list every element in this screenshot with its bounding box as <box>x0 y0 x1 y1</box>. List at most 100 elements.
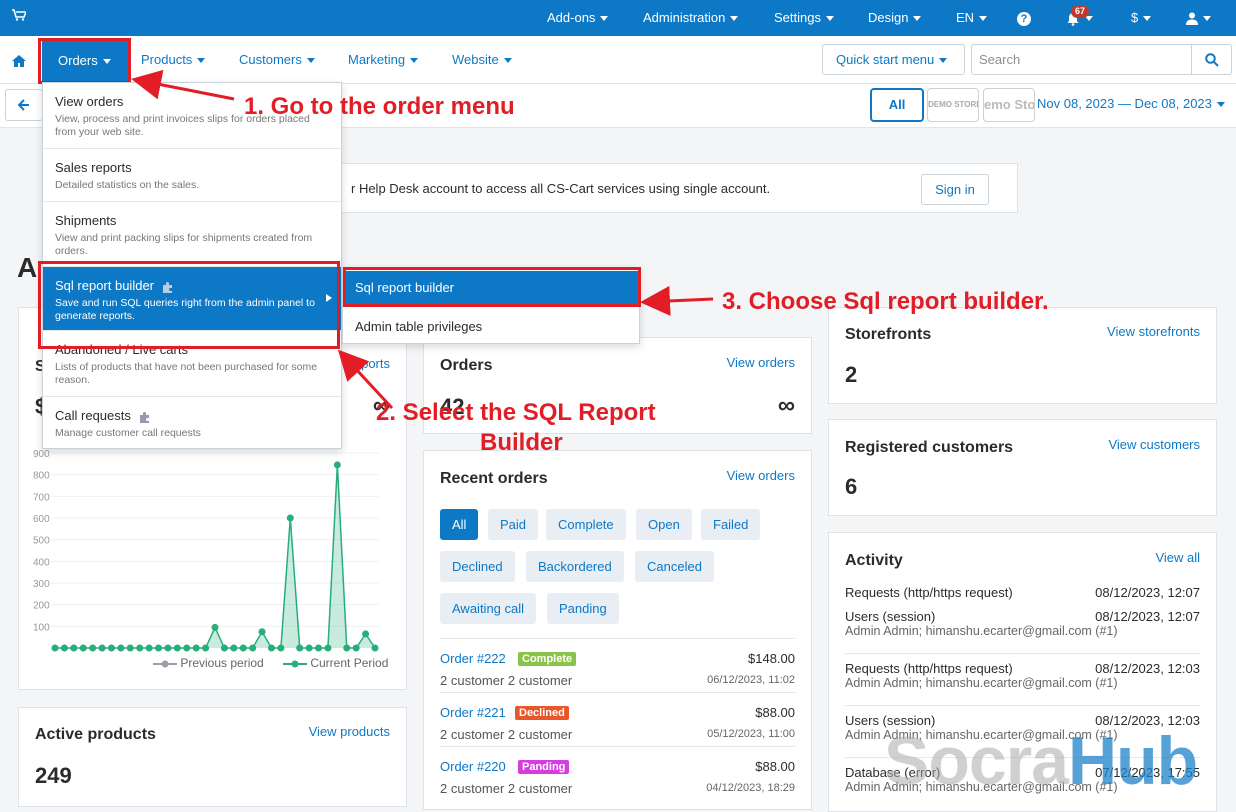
order-row[interactable]: Order #222 Complete 2 customer 2 custome… <box>440 638 795 692</box>
submenu-sql-report-builder[interactable]: Sql report builder <box>346 271 638 305</box>
nav-products[interactable]: Products <box>141 36 206 84</box>
current-period-point[interactable] <box>126 644 134 652</box>
storefront-demo2-button[interactable]: emo Sto <box>983 88 1035 122</box>
current-period-point[interactable] <box>183 644 191 652</box>
current-period-point[interactable] <box>173 644 181 652</box>
menu-item-sql-report-builder[interactable]: Sql report builder Save and run SQL quer… <box>43 267 341 331</box>
status-badge: Complete <box>518 652 577 666</box>
menu-item-shipments[interactable]: Shipments View and print packing slips f… <box>43 202 341 267</box>
current-period-point[interactable] <box>70 644 78 652</box>
view-all-activity-link[interactable]: View all <box>1155 550 1200 565</box>
current-period-point[interactable] <box>352 644 360 652</box>
cart-icon[interactable] <box>12 9 28 24</box>
order-row[interactable]: Order #220 Panding 2 customer 2 customer… <box>440 746 795 800</box>
filter-paid[interactable]: Paid <box>488 509 539 540</box>
current-period-point[interactable] <box>249 644 257 652</box>
recent-view-orders-link[interactable]: View orders <box>727 468 795 483</box>
current-period-point[interactable] <box>296 644 304 652</box>
nav-orders[interactable]: Orders <box>42 40 128 81</box>
storefront-demo-button[interactable]: DEMO STORE <box>927 88 979 122</box>
current-period-point[interactable] <box>220 644 228 652</box>
current-period-point[interactable] <box>333 461 341 469</box>
back-button[interactable] <box>5 89 43 121</box>
filter-backordered[interactable]: Backordered <box>526 551 624 582</box>
current-period-point[interactable] <box>211 623 219 631</box>
topnav-currency[interactable]: $ <box>1131 0 1152 36</box>
current-period-point[interactable] <box>230 644 238 652</box>
date-range-picker[interactable]: Nov 08, 2023 — Dec 08, 2023 <box>1037 96 1225 111</box>
view-customers-link[interactable]: View customers <box>1108 437 1200 452</box>
topnav-design[interactable]: Design <box>868 0 922 36</box>
current-period-point[interactable] <box>277 644 285 652</box>
filter-all[interactable]: All <box>440 509 479 540</box>
topnav-addons[interactable]: Add-ons <box>547 0 609 36</box>
current-period-point[interactable] <box>107 644 115 652</box>
nav-website[interactable]: Website <box>452 36 512 84</box>
current-period-point[interactable] <box>192 644 200 652</box>
date-range-label: Nov 08, 2023 — Dec 08, 2023 <box>1037 96 1212 111</box>
current-period-point[interactable] <box>79 644 87 652</box>
view-storefronts-link[interactable]: View storefronts <box>1107 324 1200 339</box>
quick-start-menu-button[interactable]: Quick start menu <box>822 44 965 75</box>
help-icon[interactable]: ? <box>1017 0 1031 36</box>
current-period-point[interactable] <box>239 644 247 652</box>
menu-item-abandoned-carts[interactable]: Abandoned / Live carts Lists of products… <box>43 331 341 397</box>
order-row[interactable]: Order #221 Declined 2 customer 2 custome… <box>440 692 795 746</box>
current-period-point[interactable] <box>60 644 68 652</box>
current-period-point[interactable] <box>267 644 275 652</box>
puzzle-icon <box>139 411 149 423</box>
order-number[interactable]: Order #220 <box>440 759 506 774</box>
status-badge: Declined <box>515 706 569 720</box>
topnav-administration[interactable]: Administration <box>643 0 739 36</box>
home-icon[interactable] <box>12 36 26 84</box>
active-products-value: 249 <box>35 763 72 788</box>
legend-previous[interactable]: Previous period <box>153 656 264 670</box>
current-period-point[interactable] <box>89 644 97 652</box>
order-number[interactable]: Order #221 <box>440 705 506 720</box>
filter-canceled[interactable]: Canceled <box>635 551 714 582</box>
legend-current-label: Current Period <box>310 656 389 670</box>
filter-awaiting-call[interactable]: Awaiting call <box>440 593 537 624</box>
order-number[interactable]: Order #222 <box>440 651 506 666</box>
current-period-point[interactable] <box>164 644 172 652</box>
nav-marketing[interactable]: Marketing <box>348 36 419 84</box>
current-period-point[interactable] <box>362 630 370 638</box>
current-period-point[interactable] <box>305 644 313 652</box>
submenu-admin-table-privileges[interactable]: Admin table privileges <box>355 319 482 334</box>
current-period-point[interactable] <box>117 644 125 652</box>
filter-complete[interactable]: Complete <box>546 509 626 540</box>
menu-item-call-requests[interactable]: Call requests Manage customer call reque… <box>43 397 341 449</box>
current-period-point[interactable] <box>155 644 163 652</box>
topnav-settings[interactable]: Settings <box>774 0 834 36</box>
current-period-point[interactable] <box>145 644 153 652</box>
filter-panding[interactable]: Panding <box>547 593 619 624</box>
nav-customers-label: Customers <box>239 52 302 67</box>
current-period-point[interactable] <box>258 628 266 636</box>
storefront-all-button[interactable]: All <box>870 88 924 122</box>
current-period-point[interactable] <box>371 644 379 652</box>
current-period-point[interactable] <box>315 644 323 652</box>
current-period-point[interactable] <box>51 644 59 652</box>
user-menu-button[interactable] <box>1186 0 1211 36</box>
search-button[interactable] <box>1191 44 1232 75</box>
menu-item-sales-reports[interactable]: Sales reports Detailed statistics on the… <box>43 149 341 202</box>
view-orders-link[interactable]: View orders <box>727 355 795 370</box>
sign-in-button[interactable]: Sign in <box>921 174 989 205</box>
current-period-point[interactable] <box>202 644 210 652</box>
filter-open[interactable]: Open <box>636 509 692 540</box>
current-period-point[interactable] <box>136 644 144 652</box>
topnav-language[interactable]: EN <box>956 0 988 36</box>
current-period-point[interactable] <box>286 514 294 522</box>
filter-failed[interactable]: Failed <box>701 509 761 540</box>
search-input[interactable] <box>971 44 1192 75</box>
current-period-point[interactable] <box>343 644 351 652</box>
view-products-link[interactable]: View products <box>309 724 390 739</box>
nav-customers[interactable]: Customers <box>239 36 315 84</box>
view-reports-link[interactable]: reports <box>350 356 390 371</box>
filter-declined[interactable]: Declined <box>440 551 515 582</box>
current-period-point[interactable] <box>324 644 332 652</box>
menu-item-desc: View and print packing slips for shipmen… <box>55 232 313 257</box>
puzzle-icon <box>162 281 172 293</box>
current-period-point[interactable] <box>98 644 106 652</box>
legend-current[interactable]: Current Period <box>283 656 388 670</box>
